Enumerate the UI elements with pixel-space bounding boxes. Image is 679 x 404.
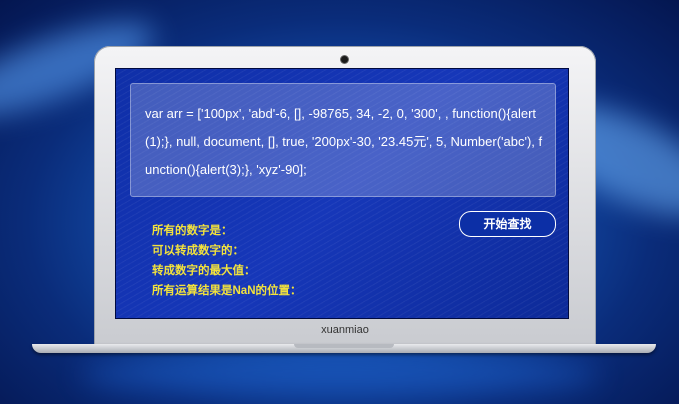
code-panel: var arr = ['100px', 'abd'-6, [], -98765,… [130,83,556,197]
result-all-numbers: 所有的数字是： [152,225,233,237]
laptop-base [32,344,656,353]
laptop-brand: xuanmiao [321,324,369,336]
start-search-button[interactable]: 开始查找 [459,211,556,237]
laptop-lid: var arr = ['100px', 'abd'-6, [], -98765,… [94,46,596,346]
code-text: var arr = ['100px', 'abd'-6, [], -98765,… [145,106,543,177]
results-list: 所有的数字是： 可以转成数字的： 转成数字的最大值： 所有运算结果是NaN的位置… [152,221,302,301]
result-convertible: 可以转成数字的： [152,245,244,257]
laptop-notch [294,344,394,348]
camera-icon [341,56,348,63]
result-nan-positions: 所有运算结果是NaN的位置： [152,285,302,297]
laptop-screen: var arr = ['100px', 'abd'-6, [], -98765,… [115,68,569,319]
background-glow [80,354,600,394]
result-max-value: 转成数字的最大值： [152,265,256,277]
